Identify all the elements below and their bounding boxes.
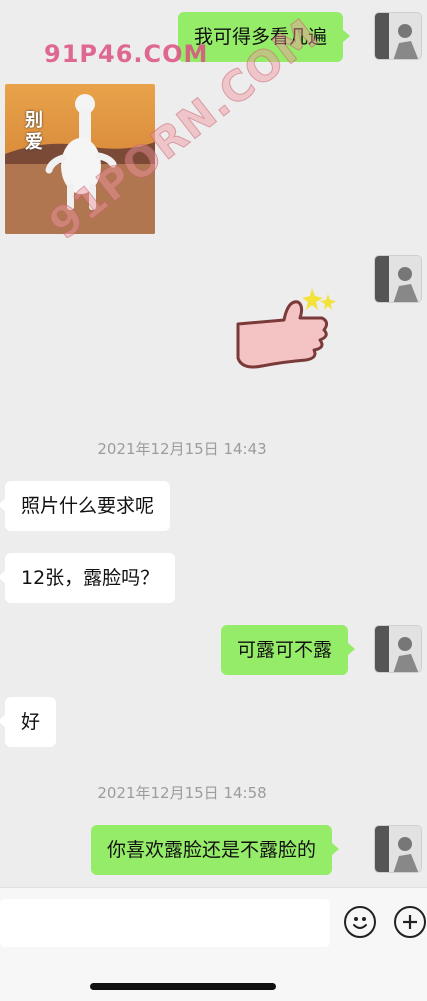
timestamp: 2021年12月15日 14:43 (97, 440, 267, 458)
message-bubble-sent[interactable]: 可露可不露 (221, 625, 356, 675)
message-bubble-sent[interactable]: 你喜欢露脸还是不露脸的 (91, 825, 340, 875)
avatar[interactable] (374, 625, 422, 673)
message-text: 12张，露脸吗？ (21, 567, 160, 589)
home-indicator (90, 983, 276, 990)
avatar[interactable] (374, 255, 422, 303)
plus-icon[interactable] (394, 906, 426, 938)
message-text: 你喜欢露脸还是不露脸的 (107, 839, 317, 861)
message-bubble-received[interactable]: 好 (0, 697, 57, 747)
message-text: 好 (21, 711, 41, 733)
thumbs-up-sticker[interactable] (232, 280, 342, 380)
message-text: 可露可不露 (237, 639, 333, 661)
avatar[interactable] (374, 825, 422, 873)
message-text: 照片什么要求呢 (21, 495, 155, 517)
message-bubble-received[interactable]: 照片什么要求呢 (0, 481, 171, 531)
message-bubble-received[interactable]: 12张，露脸吗？ (0, 553, 176, 603)
avatar[interactable] (374, 12, 422, 60)
timestamp: 2021年12月15日 14:58 (97, 784, 267, 802)
emoji-icon[interactable] (344, 906, 376, 938)
message-input[interactable] (0, 899, 330, 947)
watermark: 91P46.COM (44, 40, 209, 68)
sticker-caption: 别 爱 (25, 110, 43, 153)
